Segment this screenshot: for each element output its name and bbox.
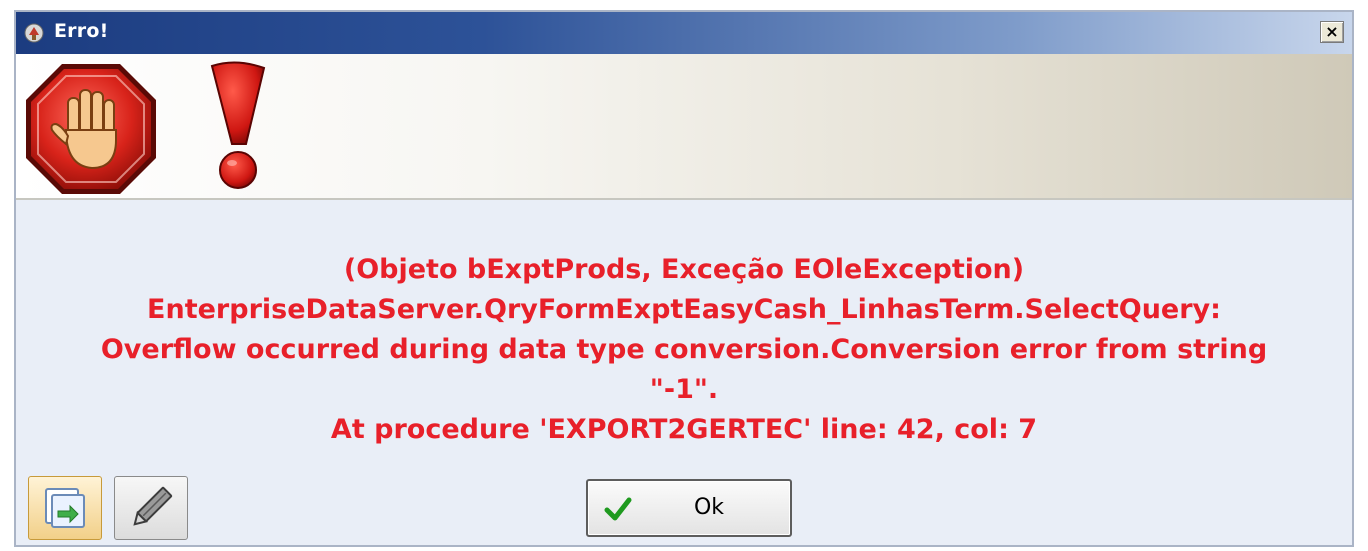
- stop-hand-icon: [26, 64, 156, 194]
- pencil-icon: [133, 486, 173, 526]
- error-dialog: Erro! × (Objeto bExptProds, Exceção EOle…: [14, 10, 1354, 547]
- close-icon: ×: [1325, 22, 1339, 41]
- details-icon: [45, 488, 85, 528]
- message-line: At procedure 'EXPORT2GERTEC' line: 42, c…: [330, 414, 1038, 445]
- icon-header: [16, 54, 1352, 200]
- ok-button-label: Ok: [693, 495, 725, 520]
- ok-button[interactable]: Ok: [586, 479, 792, 537]
- close-button[interactable]: ×: [1320, 21, 1344, 43]
- error-message: (Objeto bExptProds, Exceção EOleExceptio…: [16, 250, 1352, 450]
- message-line: "-1".: [649, 374, 719, 405]
- exclamation-icon: [210, 61, 266, 189]
- app-icon: [24, 23, 44, 43]
- message-line: EnterpriseDataServer.QryFormExptEasyCash…: [147, 294, 1221, 325]
- details-button[interactable]: [28, 476, 102, 540]
- title-bar[interactable]: Erro! ×: [16, 12, 1352, 54]
- window-title: Erro!: [54, 20, 109, 42]
- edit-button[interactable]: [114, 476, 188, 540]
- message-line: Overflow occurred during data type conve…: [100, 334, 1268, 365]
- message-line: (Objeto bExptProds, Exceção EOleExceptio…: [343, 254, 1025, 285]
